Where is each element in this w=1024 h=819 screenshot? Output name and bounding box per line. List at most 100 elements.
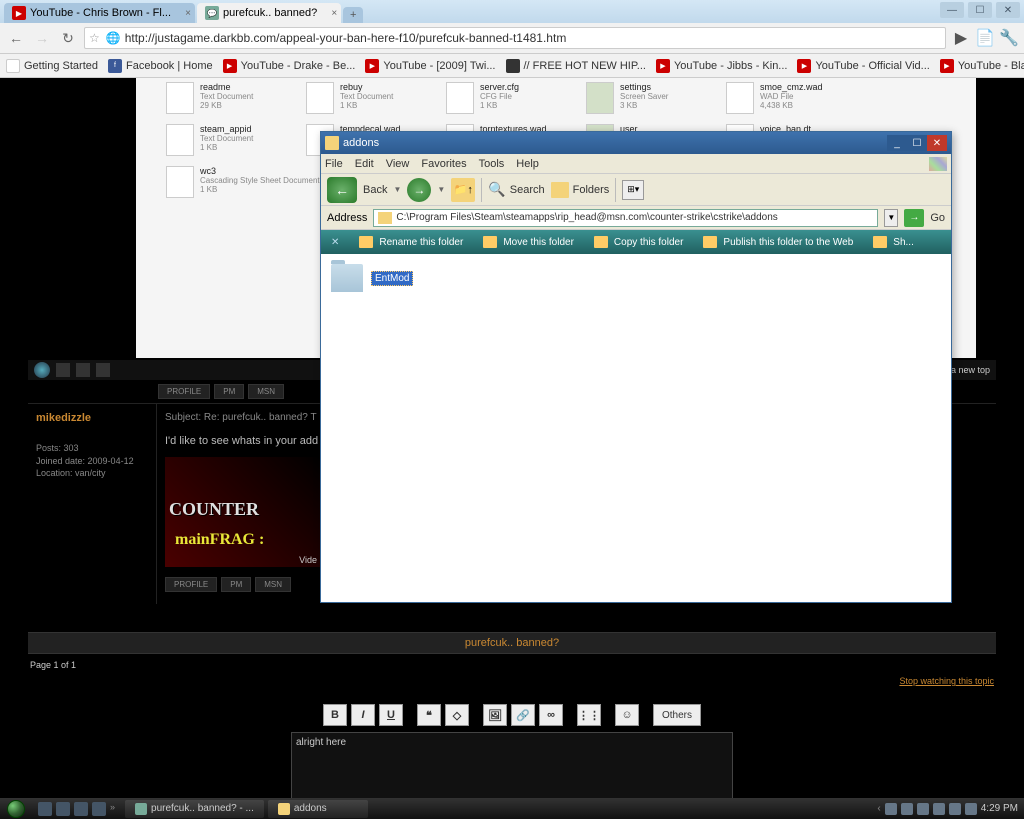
others-button[interactable]: Others <box>653 704 701 726</box>
go-button[interactable]: ▶ <box>952 29 970 47</box>
bookmark-star-icon[interactable]: ☆ <box>89 31 100 45</box>
copy-folder-task[interactable]: Copy this folder <box>594 236 683 248</box>
menu-view[interactable]: View <box>386 158 410 170</box>
menu-help[interactable]: Help <box>516 158 539 170</box>
explorer-content[interactable]: EntMod <box>321 254 951 602</box>
bookmark-hiphop[interactable]: // FREE HOT NEW HIP... <box>506 59 646 73</box>
file-item[interactable]: settingsScreen Saver3 KB <box>586 82 716 114</box>
bookmark-facebook[interactable]: fFacebook | Home <box>108 59 213 73</box>
file-item[interactable]: readmeText Document29 KB <box>166 82 296 114</box>
forward-button[interactable]: → <box>32 28 52 48</box>
back-dropdown[interactable]: ▼ <box>393 185 401 194</box>
bookmark-youtube-drake[interactable]: ▶YouTube - Drake - Be... <box>223 59 356 73</box>
new-tab-button[interactable]: + <box>343 7 363 23</box>
bookmark-youtube-2009[interactable]: ▶YouTube - [2009] Twi... <box>365 59 495 73</box>
close-button[interactable]: ✕ <box>927 135 947 151</box>
menu-edit[interactable]: Edit <box>355 158 374 170</box>
bookmark-youtube-jibbs[interactable]: ▶YouTube - Jibbs - Kin... <box>656 59 788 73</box>
folder-entmod[interactable]: EntMod <box>331 264 471 292</box>
quicklaunch-expand[interactable]: » <box>110 802 115 816</box>
go-button[interactable]: → <box>904 209 924 227</box>
quote-button[interactable]: ❝ <box>417 704 441 726</box>
page-menu-icon[interactable]: 📄 <box>976 29 994 47</box>
up-button[interactable]: 📁↑ <box>451 178 475 202</box>
tray-icon[interactable] <box>949 803 961 815</box>
code-button[interactable]: ◇ <box>445 704 469 726</box>
menu-file[interactable]: File <box>325 158 343 170</box>
search-button[interactable]: 🔍Search <box>488 181 544 198</box>
italic-button[interactable]: I <box>351 704 375 726</box>
tray-icon[interactable] <box>901 803 913 815</box>
file-item[interactable]: server.cfgCFG File1 KB <box>446 82 576 114</box>
window-title: addons <box>343 137 379 149</box>
profile-button[interactable]: PROFILE <box>165 577 217 592</box>
back-button[interactable]: ← <box>327 177 357 203</box>
menu-favorites[interactable]: Favorites <box>421 158 466 170</box>
tray-icon[interactable] <box>917 803 929 815</box>
stop-watching-link[interactable]: Stop watching this topic <box>899 676 994 686</box>
msn-button[interactable]: MSN <box>255 577 291 592</box>
profile-button[interactable]: PROFILE <box>158 384 210 399</box>
forward-dropdown[interactable]: ▼ <box>437 185 445 194</box>
folder-name-selected[interactable]: EntMod <box>371 271 413 286</box>
tray-expand[interactable]: ‹ <box>877 803 880 814</box>
msn-button[interactable]: MSN <box>248 384 284 399</box>
image-button[interactable]: 🖼 <box>483 704 507 726</box>
rename-folder-task[interactable]: Rename this folder <box>359 236 463 248</box>
share-folder-task[interactable]: Sh... <box>873 236 914 248</box>
file-item[interactable]: wc3Cascading Style Sheet Document1 KB <box>166 166 326 198</box>
quicklaunch-icon[interactable] <box>56 802 70 816</box>
publish-folder-task[interactable]: Publish this folder to the Web <box>703 236 853 248</box>
explorer-titlebar[interactable]: addons _ ☐ ✕ <box>321 132 951 154</box>
views-button[interactable]: ⊞▾ <box>622 180 644 200</box>
close-icon[interactable]: × <box>185 8 191 19</box>
back-button[interactable]: ← <box>6 28 26 48</box>
tab-youtube[interactable]: ▶ YouTube - Chris Brown - Fl... × <box>4 3 195 23</box>
quicklaunch-icon[interactable] <box>92 802 106 816</box>
quicklaunch-icon[interactable] <box>74 802 88 816</box>
back-label[interactable]: Back <box>363 184 387 196</box>
close-task-icon[interactable]: ✕ <box>331 237 339 248</box>
forward-button[interactable]: → <box>407 178 431 202</box>
quicklaunch-icon[interactable] <box>38 802 52 816</box>
file-item[interactable]: rebuyText Document1 KB <box>306 82 436 114</box>
url-button[interactable]: ∞ <box>539 704 563 726</box>
pm-button[interactable]: PM <box>214 384 244 399</box>
file-item[interactable]: steam_appidText Document1 KB <box>166 124 296 156</box>
bookmark-youtube-blackhaze[interactable]: ▶YouTube - Black Haze... <box>940 59 1024 73</box>
address-dropdown[interactable]: ▼ <box>884 209 898 227</box>
tray-icon[interactable] <box>885 803 897 815</box>
bold-button[interactable]: B <box>323 704 347 726</box>
close-button[interactable]: ✕ <box>996 2 1020 18</box>
bookmark-youtube-official[interactable]: ▶YouTube - Official Vid... <box>797 59 929 73</box>
taskbar-task-forum[interactable]: purefcuk.. banned? - ... <box>125 800 264 818</box>
url-bar[interactable]: ☆ 🌐 http://justagame.darkbb.com/appeal-y… <box>84 27 946 49</box>
taskbar-task-addons[interactable]: addons <box>268 800 368 818</box>
menu-tools[interactable]: Tools <box>479 158 505 170</box>
pm-button[interactable]: PM <box>221 577 251 592</box>
underline-button[interactable]: U <box>379 704 403 726</box>
reply-editor[interactable]: alright here <box>291 732 733 800</box>
link-button[interactable]: 🔗 <box>511 704 535 726</box>
folders-button[interactable]: Folders <box>551 182 610 198</box>
tab-forum[interactable]: 💬 purefcuk.. banned? × <box>197 3 341 23</box>
reload-button[interactable]: ↻ <box>58 28 78 48</box>
tray-icon[interactable] <box>933 803 945 815</box>
minimize-button[interactable]: _ <box>887 135 907 151</box>
move-folder-task[interactable]: Move this folder <box>483 236 574 248</box>
username[interactable]: mikedizzle <box>36 412 148 424</box>
minimize-button[interactable]: — <box>940 2 964 18</box>
clock[interactable]: 4:29 PM <box>981 803 1018 814</box>
list-button[interactable]: ⋮⋮ <box>577 704 601 726</box>
go-label[interactable]: Go <box>930 212 945 224</box>
close-icon[interactable]: × <box>331 8 337 19</box>
maximize-button[interactable]: ☐ <box>907 135 927 151</box>
maximize-button[interactable]: ☐ <box>968 2 992 18</box>
emoji-button[interactable]: ☺ <box>615 704 639 726</box>
tray-icon[interactable] <box>965 803 977 815</box>
address-input[interactable]: C:\Program Files\Steam\steamapps\rip_hea… <box>373 209 878 227</box>
start-button[interactable] <box>0 798 32 819</box>
file-item[interactable]: smoe_cmz.wadWAD File4,438 KB <box>726 82 856 114</box>
wrench-icon[interactable]: 🔧 <box>1000 29 1018 47</box>
bookmark-getting-started[interactable]: Getting Started <box>6 59 98 73</box>
